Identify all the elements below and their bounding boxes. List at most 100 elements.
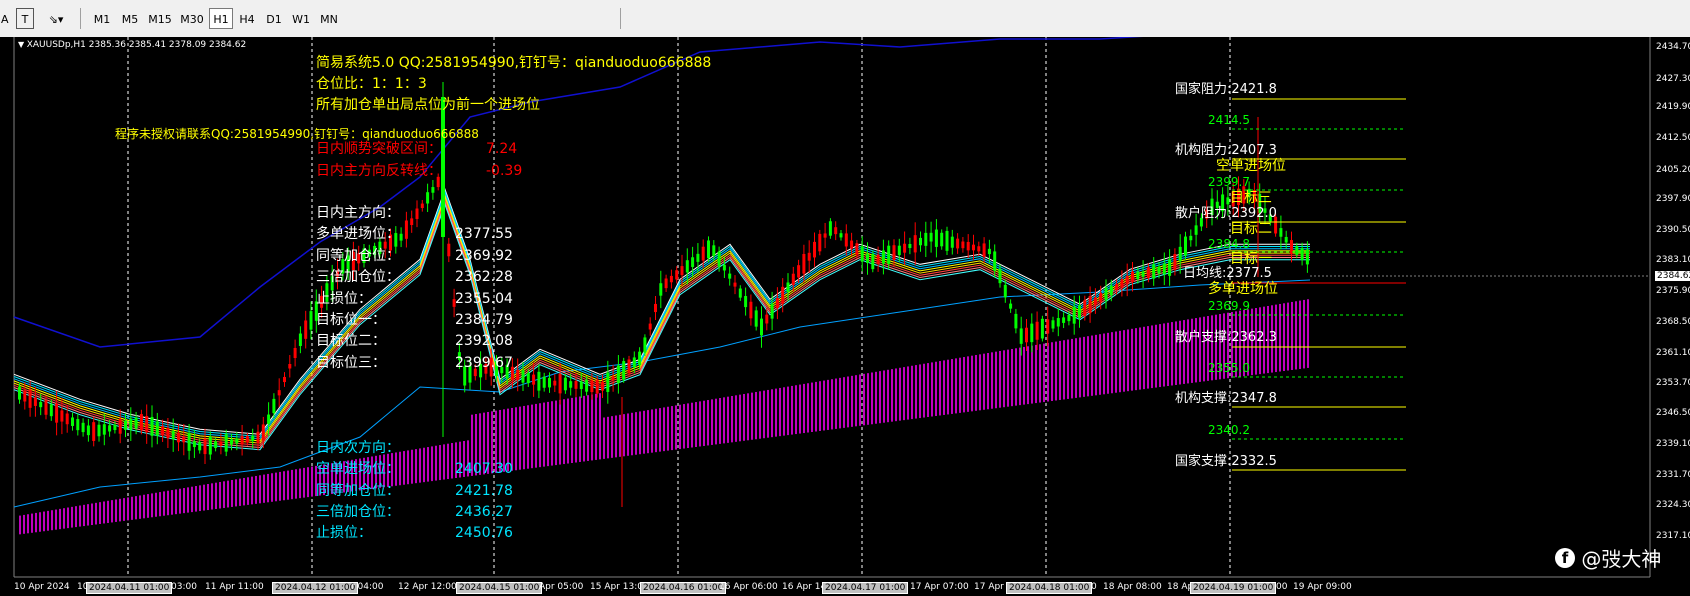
timeframe-d1[interactable]: D1 xyxy=(262,8,286,29)
candle-body xyxy=(224,434,228,452)
arrow-tool-button[interactable]: ⇘▾ xyxy=(42,8,70,29)
candle-body xyxy=(1003,284,1007,298)
x-label-highlight: 2024.04.11 01:00 xyxy=(86,582,173,594)
candle-body xyxy=(166,427,170,439)
candle-body xyxy=(86,425,90,436)
y-tick: 2419.90 xyxy=(1656,102,1690,112)
candle-body xyxy=(654,303,657,313)
candle-body xyxy=(404,220,408,239)
candle-body xyxy=(309,311,313,330)
candle-body xyxy=(235,438,239,444)
candle-body xyxy=(1099,293,1103,303)
candle-body xyxy=(1295,246,1299,255)
y-tick: 2412.50 xyxy=(1656,133,1690,143)
short-entry-value: 2407.30 xyxy=(455,461,513,477)
timeframe-m15[interactable]: M15 xyxy=(145,8,175,29)
institution-support: 机构支撑:2347.8 xyxy=(1175,391,1277,406)
candle-body xyxy=(1046,319,1050,334)
x-label-highlight: 2024.04.15 01:00 xyxy=(456,582,543,594)
candle-body xyxy=(267,414,271,424)
y-tick: 2368.50 xyxy=(1656,317,1690,327)
candle-body xyxy=(982,243,986,257)
y-tick: 2375.90 xyxy=(1656,286,1690,296)
candle-body xyxy=(887,245,891,264)
candle-body xyxy=(956,238,960,249)
candle-body xyxy=(616,365,620,384)
candle-body xyxy=(876,254,880,264)
text-tool-button[interactable]: A xyxy=(0,8,9,29)
timeframe-m5[interactable]: M5 xyxy=(117,8,143,29)
price-chart[interactable]: ▼ XAUUSDp,H1 2385.36 2385.41 2378.09 238… xyxy=(0,37,1690,596)
daily-average: 日均线:2377.5 xyxy=(1183,266,1272,281)
y-tick: 2339.10 xyxy=(1656,439,1690,449)
long-entry-tag: 多单进场位 xyxy=(1208,281,1278,297)
candle-body xyxy=(537,371,541,391)
candle-body xyxy=(680,266,684,276)
candle-body xyxy=(256,431,260,444)
candle-body xyxy=(1019,328,1023,344)
main-direction-label: 日内主方向： xyxy=(316,205,400,221)
candle-body xyxy=(966,241,970,251)
candle-body xyxy=(579,381,583,390)
timeframe-m1[interactable]: M1 xyxy=(89,8,115,29)
candle-body xyxy=(161,426,165,436)
candle-body xyxy=(622,361,626,380)
candle-body xyxy=(230,439,233,445)
candle-body xyxy=(521,370,525,383)
candle-body xyxy=(1226,197,1230,205)
candle-body xyxy=(1072,306,1076,324)
y-tick: 2427.30 xyxy=(1656,74,1690,84)
timeframe-w1[interactable]: W1 xyxy=(289,8,313,29)
candle-body xyxy=(850,240,854,249)
candle-body xyxy=(934,229,938,247)
candle-body xyxy=(139,414,143,430)
level-2399: 2399.7 xyxy=(1208,175,1250,189)
candle-body xyxy=(919,237,922,246)
system-title: 简易系统5.0 QQ:2581954990,钉钉号：qianduoduo6668… xyxy=(316,55,712,71)
candle-body xyxy=(1141,271,1145,277)
candle-body xyxy=(542,376,546,388)
x-label: 16 Apr 06:00 xyxy=(719,582,778,592)
candle-body xyxy=(749,301,753,319)
candle-body xyxy=(192,441,196,448)
short-stop-value: 2450.76 xyxy=(455,525,513,541)
stop-loss-value: 2355.04 xyxy=(455,291,513,307)
timeframe-h4[interactable]: H4 xyxy=(235,8,259,29)
candle-body xyxy=(844,233,848,247)
candle-body xyxy=(733,282,737,287)
candle-body xyxy=(701,246,705,261)
triple-add-value: 2362.28 xyxy=(455,269,513,285)
y-tick: 2390.50 xyxy=(1656,225,1690,235)
candle-body xyxy=(908,243,912,249)
x-label: r 04:00 xyxy=(351,582,384,592)
candle-body xyxy=(1040,318,1044,339)
moving-average-line xyxy=(13,187,1310,435)
candle-body xyxy=(516,369,520,380)
text-label-tool-button[interactable]: T xyxy=(16,8,34,29)
short-stop-label: 止损位： xyxy=(316,525,372,541)
timeframe-h1[interactable]: H1 xyxy=(209,8,233,29)
x-label-highlight: 2024.04.12 01:00 xyxy=(272,582,359,594)
candle-body xyxy=(1300,248,1304,261)
candle-body xyxy=(754,310,758,327)
timeframe-mn[interactable]: MN xyxy=(316,8,342,29)
candle-body xyxy=(712,245,716,257)
candle-body xyxy=(871,253,875,270)
candle-body xyxy=(1083,300,1087,316)
candle-body xyxy=(574,380,578,389)
candle-body xyxy=(60,410,64,422)
toolbar-separator xyxy=(620,8,621,29)
reversal-value: -0.39 xyxy=(486,163,523,179)
candle-body xyxy=(283,376,286,383)
y-tick: 2331.70 xyxy=(1656,470,1690,480)
collapse-triangle-icon[interactable]: ▼ xyxy=(18,40,27,49)
candle-body xyxy=(155,421,159,436)
long-entry-value: 2377.55 xyxy=(455,226,513,242)
candle-body xyxy=(807,252,811,261)
target2-label: 目标位二： xyxy=(316,333,386,349)
candle-body xyxy=(696,253,700,262)
national-resistance: 国家阻力:2421.8 xyxy=(1175,82,1277,97)
candle-body xyxy=(961,241,965,249)
timeframe-m30[interactable]: M30 xyxy=(177,8,207,29)
candle-body xyxy=(145,416,149,433)
